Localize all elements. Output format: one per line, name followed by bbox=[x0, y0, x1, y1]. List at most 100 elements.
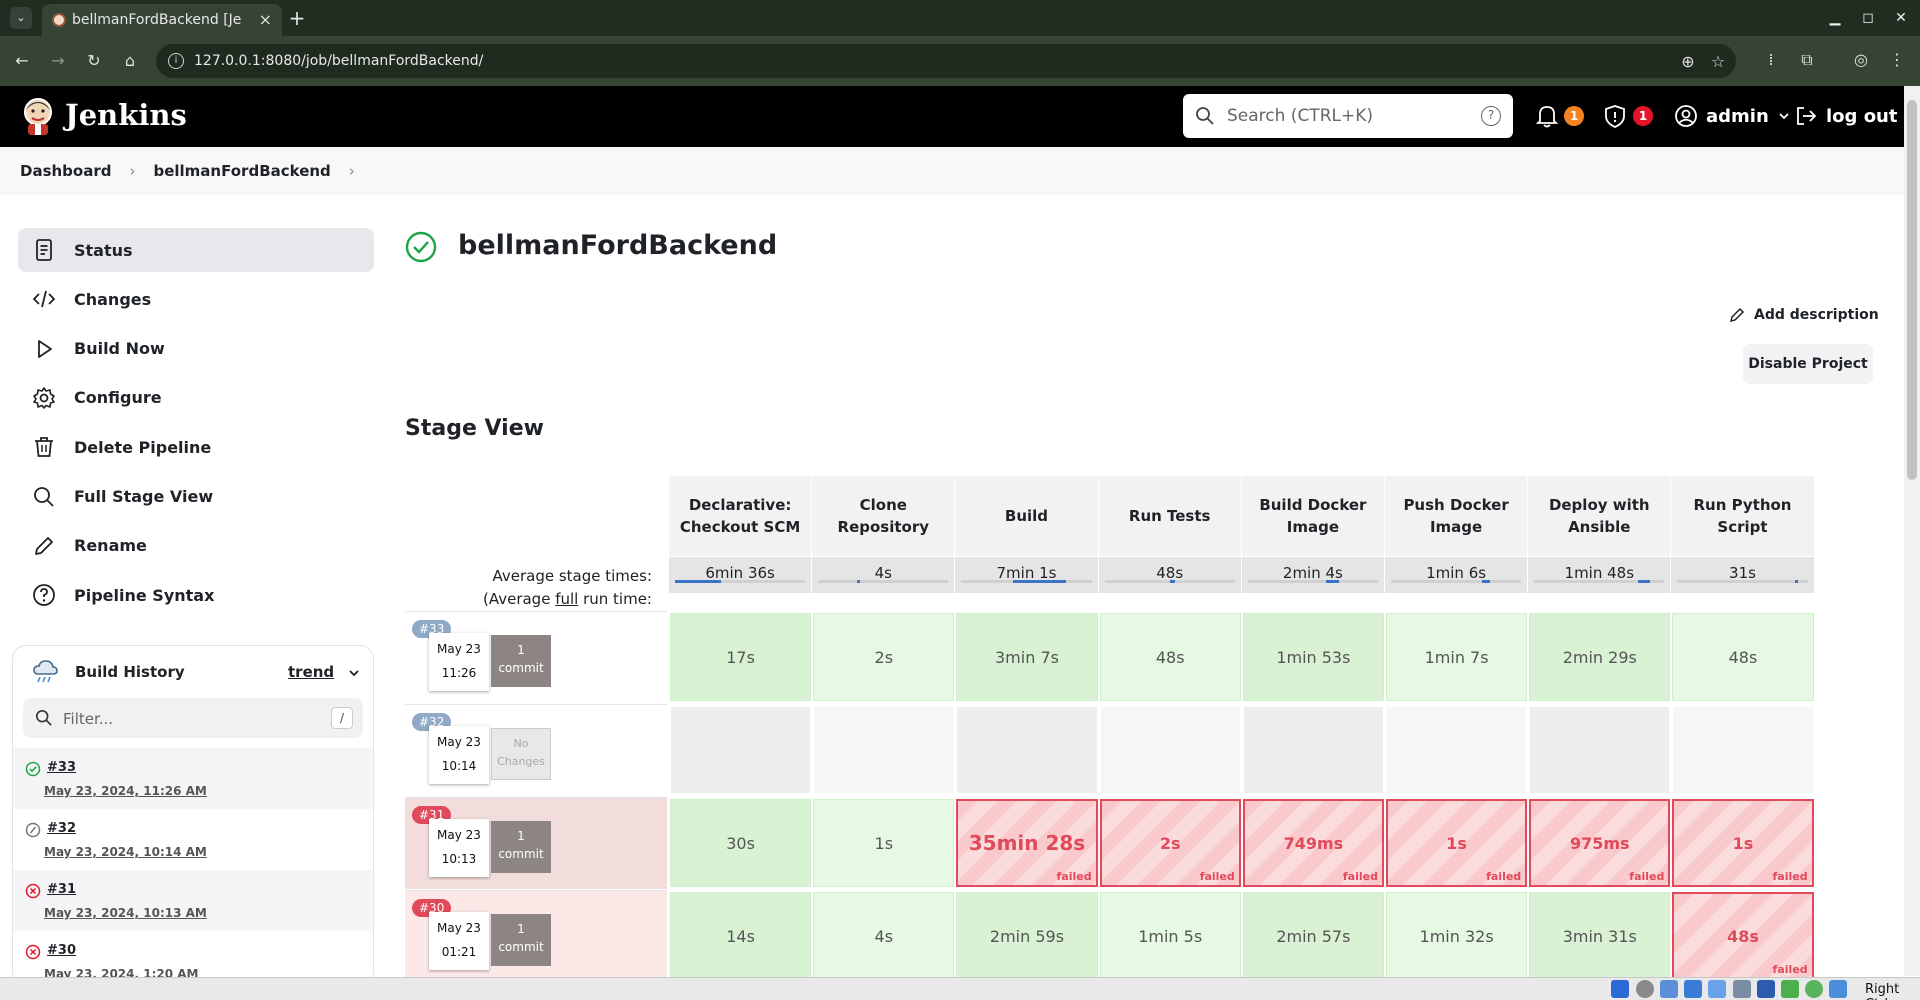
build-number-link[interactable]: #33 bbox=[47, 760, 76, 775]
stage-cell[interactable] bbox=[670, 706, 812, 794]
run-commits[interactable]: 1 commit bbox=[491, 635, 551, 687]
build-date-link[interactable]: May 23, 2024, 11:26 AM bbox=[44, 784, 207, 798]
browser-tab[interactable]: bellmanFordBackend [Je × bbox=[42, 4, 282, 36]
run-commits[interactable]: 1 commit bbox=[491, 821, 551, 873]
notifications-bell-icon[interactable] bbox=[1534, 103, 1560, 129]
run-commits[interactable]: 1 commit bbox=[491, 914, 551, 966]
stage-cell[interactable] bbox=[1242, 706, 1384, 794]
stage-cell[interactable]: 48s bbox=[1672, 613, 1814, 701]
stage-cell[interactable]: 1min 53s bbox=[1242, 613, 1384, 701]
stage-cell[interactable]: 35min 28s failed bbox=[956, 799, 1098, 887]
trend-link[interactable]: trend bbox=[288, 663, 334, 681]
close-window-button[interactable]: ✕ bbox=[1888, 6, 1914, 30]
stage-cell[interactable] bbox=[1386, 706, 1528, 794]
scrollbar-thumb[interactable] bbox=[1907, 100, 1917, 480]
sidebar-item-full-stage-view[interactable]: Full Stage View bbox=[18, 475, 374, 519]
sidebar-item-status[interactable]: Status bbox=[18, 228, 374, 272]
stage-cell[interactable]: 2s bbox=[813, 613, 955, 701]
build-filter-input[interactable] bbox=[63, 708, 323, 730]
stage-cell[interactable]: 14s bbox=[670, 892, 812, 980]
sidebar-item-configure[interactable]: Configure bbox=[18, 376, 374, 420]
vm-recording-icon[interactable] bbox=[1757, 980, 1775, 998]
build-number-link[interactable]: #32 bbox=[47, 821, 76, 836]
minimize-button[interactable]: ▁ bbox=[1822, 6, 1848, 30]
vm-usb-icon[interactable] bbox=[1660, 980, 1678, 998]
new-tab-button[interactable]: + bbox=[284, 5, 310, 31]
browser-menu-icon[interactable]: ⋮ bbox=[1886, 49, 1908, 71]
stage-cell[interactable]: 4s bbox=[813, 892, 955, 980]
run-info-card[interactable]: May 23 01:21 1 commit bbox=[429, 912, 551, 970]
page-scrollbar[interactable] bbox=[1904, 86, 1920, 976]
security-badge[interactable]: 1 bbox=[1633, 106, 1653, 126]
full-runtime-link[interactable]: full bbox=[555, 590, 578, 608]
build-history-row[interactable]: #31 May 23, 2024, 10:13 AM bbox=[13, 870, 373, 931]
stage-cell[interactable]: 1min 7s bbox=[1386, 613, 1528, 701]
site-info-icon[interactable]: i bbox=[168, 53, 184, 69]
stage-cell[interactable] bbox=[813, 706, 955, 794]
maximize-button[interactable]: ◻ bbox=[1855, 6, 1881, 30]
home-icon[interactable]: ⌂ bbox=[118, 49, 142, 73]
build-history-row[interactable]: #32 May 23, 2024, 10:14 AM bbox=[13, 809, 373, 870]
stage-cell[interactable]: 17s bbox=[670, 613, 812, 701]
add-description-link[interactable]: Add description bbox=[1728, 306, 1879, 324]
vm-network-icon[interactable] bbox=[1611, 980, 1629, 998]
sidebar-item-changes[interactable]: Changes bbox=[18, 277, 374, 321]
stage-cell[interactable] bbox=[956, 706, 1098, 794]
sidebar-item-delete-pipeline[interactable]: Delete Pipeline bbox=[18, 425, 374, 469]
breadcrumb-chevron-icon[interactable]: › bbox=[349, 162, 355, 180]
stage-cell[interactable]: 2min 29s bbox=[1529, 613, 1671, 701]
run-info-card[interactable]: May 23 11:26 1 commit bbox=[429, 633, 551, 691]
profile-icon[interactable]: ◎ bbox=[1850, 49, 1872, 71]
build-history-row[interactable]: #33 May 23, 2024, 11:26 AM bbox=[13, 748, 373, 809]
sidebar-item-build-now[interactable]: Build Now bbox=[18, 327, 374, 371]
build-date-link[interactable]: May 23, 2024, 10:13 AM bbox=[44, 906, 207, 920]
forward-arrow-icon[interactable]: → bbox=[46, 49, 70, 73]
stage-cell[interactable]: 2min 59s bbox=[956, 892, 1098, 980]
search-help-icon[interactable]: ? bbox=[1481, 106, 1501, 126]
stage-cell[interactable]: 48s failed bbox=[1672, 892, 1814, 980]
chevron-down-icon[interactable] bbox=[347, 666, 361, 680]
run-commits[interactable]: No Changes bbox=[491, 728, 551, 780]
search-input[interactable] bbox=[1227, 104, 1457, 128]
vm-audio-icon[interactable] bbox=[1733, 980, 1751, 998]
extension-pin-icon[interactable]: ⁞ bbox=[1760, 49, 1782, 71]
jenkins-title[interactable]: Jenkins bbox=[65, 98, 187, 132]
stage-cell[interactable]: 749ms failed bbox=[1242, 799, 1384, 887]
tab-close-icon[interactable]: × bbox=[259, 4, 272, 36]
stage-cell[interactable]: 3min 31s bbox=[1529, 892, 1671, 980]
build-number-link[interactable]: #30 bbox=[47, 943, 76, 958]
stage-cell[interactable]: 1min 5s bbox=[1099, 892, 1241, 980]
stage-cell[interactable]: 3min 7s bbox=[956, 613, 1098, 701]
extensions-puzzle-icon[interactable]: ⧉ bbox=[1796, 49, 1818, 71]
stage-cell[interactable]: 1s failed bbox=[1386, 799, 1528, 887]
logout-button[interactable]: log out bbox=[1794, 102, 1897, 130]
sidebar-item-rename[interactable]: Rename bbox=[18, 524, 374, 568]
security-shield-icon[interactable] bbox=[1602, 103, 1628, 129]
sidebar-item-pipeline-syntax[interactable]: Pipeline Syntax bbox=[18, 573, 374, 617]
address-bar[interactable]: i 127.0.0.1:8080/job/bellmanFordBackend/… bbox=[156, 44, 1736, 78]
stage-cell[interactable]: 48s bbox=[1099, 613, 1241, 701]
vm-keyboard-icon[interactable] bbox=[1829, 980, 1847, 998]
disable-project-button[interactable]: Disable Project bbox=[1743, 344, 1873, 384]
build-number-link[interactable]: #31 bbox=[47, 882, 76, 897]
breadcrumb-job[interactable]: bellmanFordBackend bbox=[153, 162, 330, 180]
stage-cell[interactable]: 975ms failed bbox=[1529, 799, 1671, 887]
reload-icon[interactable]: ↻ bbox=[82, 49, 106, 73]
stage-cell[interactable]: 1min 32s bbox=[1386, 892, 1528, 980]
stage-cell[interactable] bbox=[1099, 706, 1241, 794]
stage-cell[interactable] bbox=[1529, 706, 1671, 794]
bookmark-star-icon[interactable]: ☆ bbox=[1708, 52, 1728, 72]
zoom-icon[interactable]: ⊕ bbox=[1678, 52, 1698, 72]
run-info-card[interactable]: May 23 10:14 No Changes bbox=[429, 726, 551, 784]
back-arrow-icon[interactable]: ← bbox=[10, 49, 34, 73]
stage-cell[interactable]: 2min 57s bbox=[1242, 892, 1384, 980]
stage-cell[interactable]: 1s bbox=[813, 799, 955, 887]
build-date-link[interactable]: May 23, 2024, 10:14 AM bbox=[44, 845, 207, 859]
breadcrumb-dashboard[interactable]: Dashboard bbox=[20, 162, 111, 180]
stage-cell[interactable]: 30s bbox=[670, 799, 812, 887]
vm-mouse-icon[interactable] bbox=[1781, 980, 1799, 998]
vm-globe-icon[interactable] bbox=[1805, 980, 1823, 998]
notifications-badge[interactable]: 1 bbox=[1564, 106, 1584, 126]
vm-shared-folder-icon[interactable] bbox=[1684, 980, 1702, 998]
run-info-card[interactable]: May 23 10:13 1 commit bbox=[429, 819, 551, 877]
